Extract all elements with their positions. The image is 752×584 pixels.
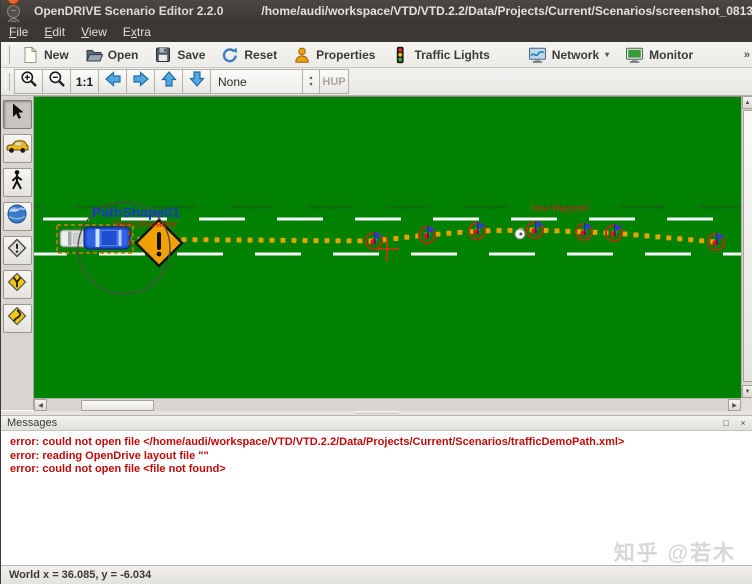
hup-button[interactable]: HUP	[319, 69, 349, 94]
scenario-canvas-drawing[interactable]: PathShape01New Character New Waypoint	[34, 97, 741, 399]
tool-palette	[1, 96, 34, 410]
cursor-icon	[6, 101, 28, 128]
vertical-scroll-thumb[interactable]	[743, 110, 752, 382]
scroll-down-icon[interactable]: ▼	[742, 385, 752, 398]
character-name-label: New Character	[114, 219, 177, 230]
car-icon	[5, 137, 29, 160]
arrow-right-icon	[131, 69, 151, 94]
status-bar: World x = 36.085, y = -6.034	[1, 565, 752, 584]
messages-float-button[interactable]: □	[719, 416, 733, 430]
zoom-in-button[interactable]	[14, 69, 43, 94]
title-bar: ×−□ OpenDRIVE Scenario Editor 2.2.0 /hom…	[1, 0, 752, 31]
toolbar-button-open[interactable]: Open	[79, 44, 145, 66]
window-file-path: /home/audi/workspace/VTD/VTD.2.2/Data/Pr…	[261, 4, 752, 18]
toolbar-button-label: Traffic Lights	[414, 47, 490, 62]
pan-up-button[interactable]	[154, 69, 183, 94]
status-coordinates: World x = 36.085, y = -6.034	[9, 569, 152, 581]
main-toolbar: New Open Save Reset Properties Traffic Lights…	[1, 42, 752, 68]
view-toolbar: 1:1 None ▴ ▾ HUP	[1, 68, 752, 96]
zoom-1-1-button[interactable]: 1:1	[70, 69, 99, 94]
scale-combobox[interactable]: None ▴ ▾	[210, 69, 320, 94]
window-title: OpenDRIVE Scenario Editor 2.2.0	[34, 4, 224, 18]
speed-marker[interactable]	[514, 228, 526, 240]
toolbar-button-save[interactable]: Save	[148, 44, 211, 66]
menu-bar: File Edit View Extra	[1, 22, 752, 42]
arrow-down-icon	[187, 69, 207, 94]
toolbar-overflow-icon[interactable]: »	[744, 49, 750, 61]
select-tool[interactable]	[2, 100, 32, 129]
new-file-icon	[21, 45, 39, 64]
error-message: error: could not open file <file not fou…	[10, 463, 226, 475]
menu-item-extra[interactable]: Extra	[115, 23, 159, 41]
messages-close-button[interactable]: ×	[736, 416, 750, 430]
save-icon	[154, 46, 172, 64]
white-car[interactable]	[59, 229, 88, 248]
blue-car[interactable]	[83, 226, 131, 250]
messages-panel-header: Messages □ ×	[1, 415, 752, 431]
warning-diamond-icon	[6, 237, 28, 264]
traffic-light-icon	[391, 46, 409, 64]
network-icon	[528, 46, 547, 64]
monitor-icon	[625, 46, 644, 64]
globe-icon	[6, 203, 28, 230]
toolbar-button-label: Network	[551, 47, 600, 62]
reset-icon	[221, 46, 239, 64]
toolbar-button-label: Monitor	[649, 47, 694, 62]
pan-right-button[interactable]	[126, 69, 155, 94]
toolbar-button-label: New	[44, 47, 69, 62]
junction-sign-tool[interactable]	[2, 270, 32, 299]
scroll-up-icon[interactable]: ▲	[742, 96, 752, 109]
curve-sign-tool[interactable]	[2, 304, 32, 333]
toolbar-button-new[interactable]: New	[15, 44, 75, 66]
waypoint-name-label: New Waypoint	[531, 203, 589, 213]
toolbar-button-network[interactable]: Network ▾	[522, 44, 615, 66]
horizontal-scrollbar[interactable]: ◀ ▶	[34, 398, 741, 411]
curve-sign-icon	[6, 305, 28, 332]
scenario-canvas[interactable]: PathShape01 New Character New Waypoint	[34, 96, 741, 399]
scroll-right-icon[interactable]: ▶	[728, 399, 741, 411]
toolbar-button-traffic-lights[interactable]: Traffic Lights	[385, 44, 495, 66]
toolbar-button-label: Open	[107, 47, 139, 62]
menu-item-view[interactable]: View	[73, 23, 115, 41]
toolbar-button-label: Save	[177, 47, 206, 62]
scroll-left-icon[interactable]: ◀	[34, 399, 47, 411]
zoom-in-icon	[19, 69, 39, 94]
branch-sign-icon	[6, 271, 28, 298]
menu-item-edit[interactable]: Edit	[36, 23, 73, 41]
vertical-scrollbar[interactable]: ▲ ▼	[741, 96, 752, 398]
pan-left-button[interactable]	[98, 69, 127, 94]
chevron-down-icon[interactable]: ▾	[605, 50, 609, 59]
pan-down-button[interactable]	[182, 69, 211, 94]
zoom-out-icon	[47, 69, 67, 94]
error-message: error: could not open file </home/audi/w…	[10, 436, 625, 448]
properties-icon	[293, 46, 311, 64]
warning-sign-tool[interactable]	[2, 236, 32, 265]
combobox-spinner-icon[interactable]: ▴ ▾	[302, 70, 319, 93]
toolbar-grip[interactable]	[5, 72, 10, 91]
toolbar-button-label: Reset	[244, 47, 278, 62]
arrow-up-icon	[159, 69, 179, 94]
scale-combobox-value: None	[218, 74, 247, 89]
vehicle-tool[interactable]	[2, 134, 32, 163]
pedestrian-tool[interactable]	[2, 168, 32, 197]
toolbar-button-properties[interactable]: Properties	[287, 44, 381, 66]
arrow-left-icon	[103, 69, 123, 94]
error-message: error: reading OpenDrive layout file ""	[10, 449, 209, 462]
close-button[interactable]: ×	[7, 0, 20, 5]
toolbar-button-label: Properties	[316, 47, 376, 62]
minimize-button[interactable]: −	[7, 4, 20, 18]
menu-item-file[interactable]: File	[1, 23, 36, 41]
watermark: 知乎 @若木	[613, 542, 736, 565]
open-folder-icon	[85, 46, 103, 64]
scrollbar-corner	[741, 398, 752, 411]
toolbar-button-reset[interactable]: Reset	[215, 44, 283, 66]
world-tool[interactable]	[2, 202, 32, 231]
horizontal-scroll-thumb[interactable]	[81, 400, 154, 411]
zoom-out-button[interactable]	[42, 69, 71, 94]
path-name-label: PathShape01	[92, 204, 180, 220]
messages-panel-title: Messages	[7, 417, 58, 429]
pedestrian-icon	[6, 169, 28, 196]
toolbar-grip[interactable]	[5, 45, 10, 64]
toolbar-button-monitor[interactable]: Monitor	[619, 44, 699, 66]
